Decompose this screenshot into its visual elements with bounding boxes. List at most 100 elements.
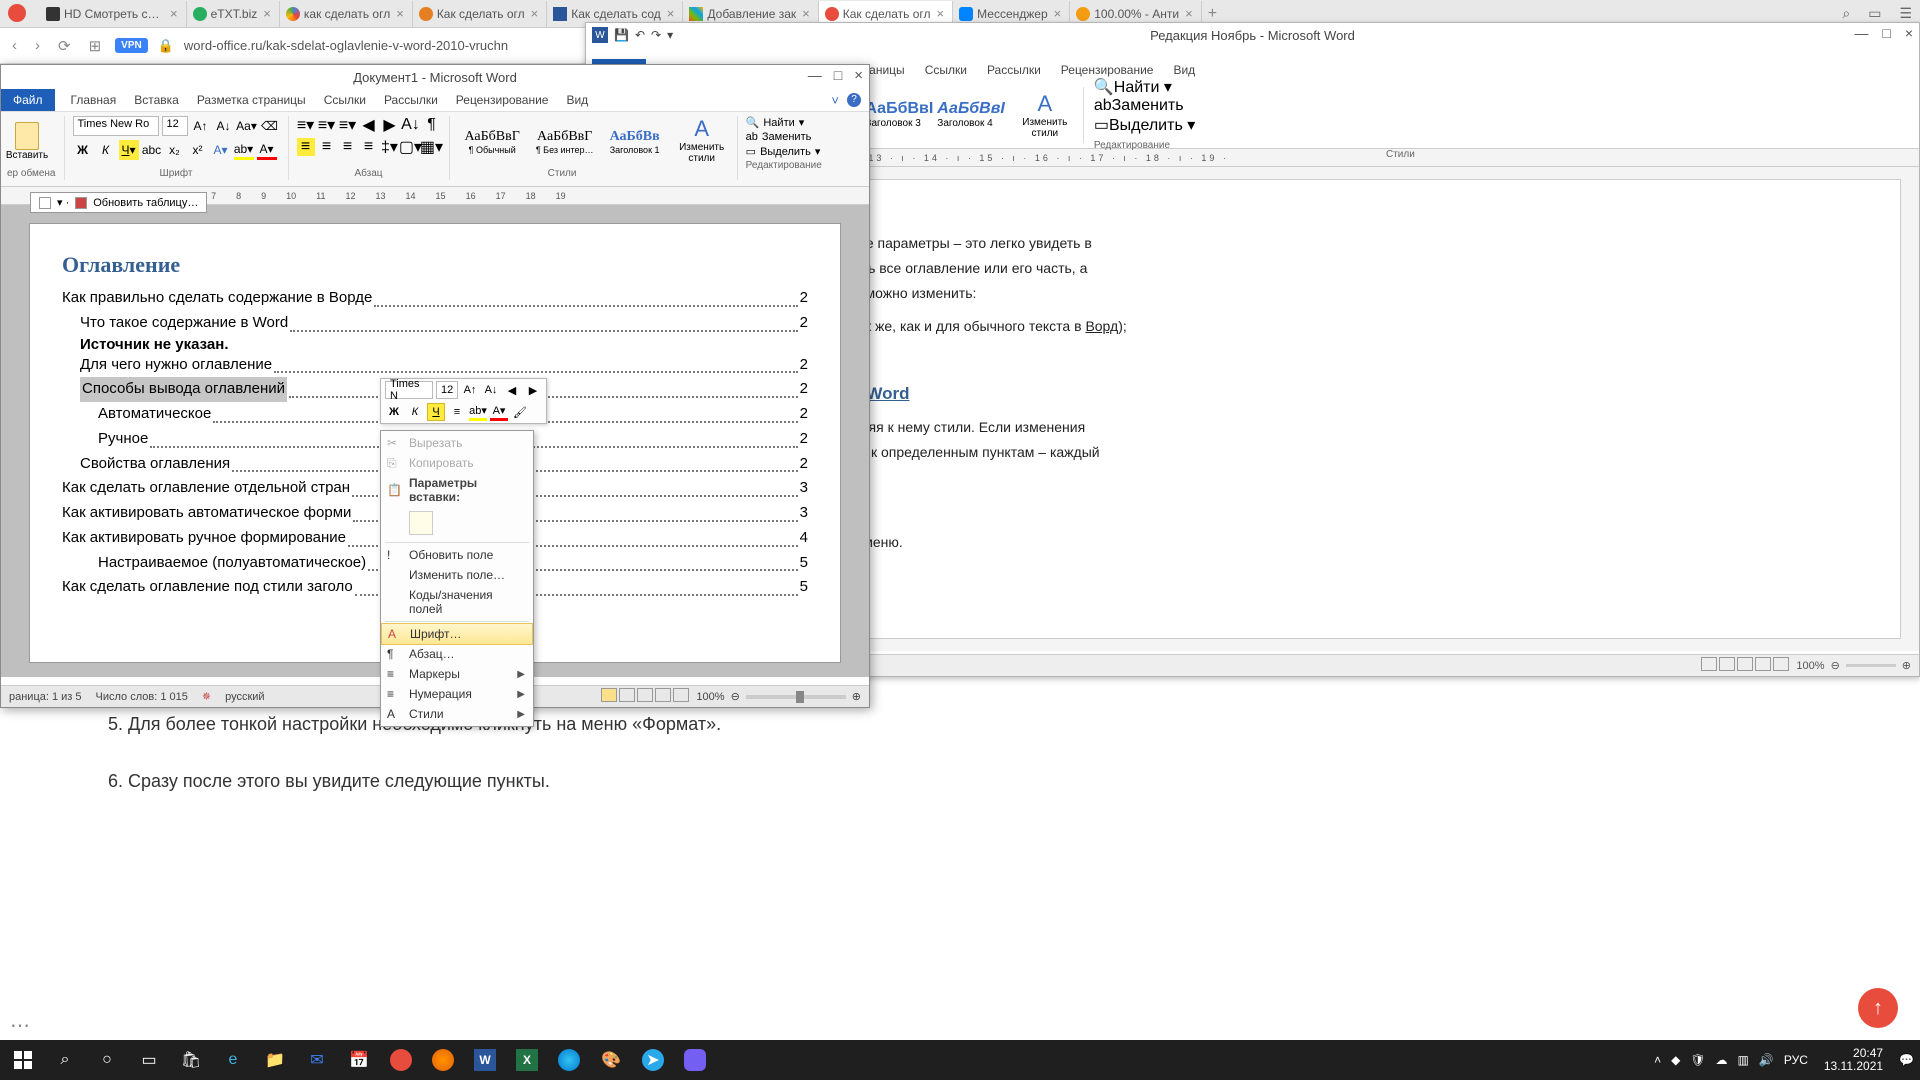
style-nospacing[interactable]: АаБбВвГ¶ Без интер…: [529, 124, 601, 158]
notifications-icon[interactable]: 💬: [1899, 1053, 1914, 1067]
opera-logo-icon[interactable]: [8, 4, 26, 22]
font-name-combo[interactable]: Times New Ro: [73, 116, 159, 136]
page-indicator[interactable]: раница: 1 из 5: [9, 691, 82, 703]
menu-bullets[interactable]: ≡Маркеры▶: [381, 664, 533, 684]
format-painter-button[interactable]: 🖌: [511, 403, 529, 421]
align-center-button[interactable]: ≡: [318, 138, 336, 156]
indent-inc-button[interactable]: ▶: [381, 116, 399, 134]
indent-inc-button[interactable]: ▶: [524, 381, 542, 399]
shrink-font-button[interactable]: A↓: [482, 381, 500, 399]
toc-update-bar[interactable]: ▾ · Обновить таблицу…: [30, 192, 207, 213]
find-button[interactable]: 🔍Найти ▾: [1094, 77, 1195, 97]
change-styles-button[interactable]: AИзменить стили: [1017, 91, 1073, 139]
calendar-icon[interactable]: 📅: [342, 1044, 376, 1076]
browser-tab[interactable]: Как сделать огл×: [413, 1, 547, 27]
maximize-button[interactable]: □: [1882, 25, 1890, 41]
style-normal[interactable]: АаБбВвГ¶ Обычный: [458, 124, 527, 158]
review-tab[interactable]: Рецензирование: [454, 91, 551, 109]
select-button[interactable]: ▭Выделить ▾: [1094, 115, 1195, 135]
font-color-button[interactable]: A▾: [257, 140, 277, 160]
shading-button[interactable]: ▢▾: [402, 138, 420, 156]
layout-tab[interactable]: Разметка страницы: [195, 91, 308, 109]
zoom-in-button[interactable]: ⊕: [852, 690, 861, 703]
change-styles-button[interactable]: AИзменить стили: [675, 116, 729, 164]
viber-icon[interactable]: [678, 1044, 712, 1076]
proofing-icon[interactable]: ✵: [202, 690, 211, 703]
forward-button[interactable]: ›: [31, 37, 44, 54]
close-icon[interactable]: ×: [1052, 6, 1064, 21]
align-justify-button[interactable]: ≡: [360, 138, 378, 156]
close-icon[interactable]: ×: [261, 6, 273, 21]
menu-icon[interactable]: ☰: [1899, 5, 1912, 22]
speed-dial-icon[interactable]: ⊞: [85, 37, 106, 55]
tray-icon[interactable]: ▥: [1738, 1053, 1749, 1067]
font-name-combo[interactable]: Times N: [385, 381, 433, 399]
toc-entry[interactable]: Что такое содержание в Word2: [62, 311, 808, 336]
search-button[interactable]: ⌕: [48, 1044, 82, 1076]
zoom-slider[interactable]: [1846, 664, 1896, 667]
clear-format-button[interactable]: ⌫: [260, 116, 280, 136]
toc-entry[interactable]: Как правильно сделать содержание в Ворде…: [62, 286, 808, 311]
browser-tab[interactable]: eTXT.biz×: [187, 1, 280, 27]
bold-button[interactable]: Ж: [385, 403, 403, 421]
menu-font[interactable]: AШрифт…: [381, 623, 533, 645]
close-icon[interactable]: ×: [529, 6, 541, 21]
style-heading-3[interactable]: АаБбВвІЗаголовок 3: [865, 100, 933, 129]
back-button[interactable]: ‹: [8, 37, 21, 54]
align-left-button[interactable]: ≡: [297, 138, 315, 156]
grow-font-button[interactable]: A↑: [461, 381, 479, 399]
align-right-button[interactable]: ≡: [339, 138, 357, 156]
zoom-out-button[interactable]: ⊖: [731, 690, 740, 703]
search-icon[interactable]: ⌕: [1842, 5, 1850, 22]
firefox-icon[interactable]: [426, 1044, 460, 1076]
language-indicator[interactable]: русский: [225, 691, 264, 703]
style-heading-1[interactable]: АаБбВвЗаголовок 1: [603, 124, 667, 158]
multilevel-button[interactable]: ≡▾: [339, 116, 357, 134]
maximize-button[interactable]: □: [834, 67, 842, 84]
menu-numbering[interactable]: ≡Нумерация▶: [381, 684, 533, 704]
close-button[interactable]: ×: [854, 67, 863, 84]
close-icon[interactable]: ×: [168, 6, 180, 21]
sort-button[interactable]: A↓: [402, 116, 420, 134]
ie-icon[interactable]: e: [216, 1044, 250, 1076]
reload-button[interactable]: ⟳: [54, 37, 75, 55]
line-spacing-button[interactable]: ‡▾: [381, 138, 399, 156]
replace-button[interactable]: abЗаменить: [746, 131, 822, 143]
font-size-combo[interactable]: 12: [162, 116, 188, 136]
browser-tab[interactable]: HD Смотреть сериа×: [40, 1, 187, 27]
tray-chevron-icon[interactable]: ˄: [1654, 1053, 1661, 1067]
change-case-button[interactable]: Aa▾: [237, 116, 257, 136]
paste-button[interactable]: Вставить: [7, 116, 47, 166]
menu-paragraph[interactable]: ¶Абзац…: [381, 644, 533, 664]
start-button[interactable]: [6, 1044, 40, 1076]
italic-button[interactable]: К: [406, 403, 424, 421]
highlight-button[interactable]: ab▾: [234, 140, 254, 160]
indent-dec-button[interactable]: ◀: [503, 381, 521, 399]
view-tab[interactable]: Вид: [564, 91, 590, 109]
collapse-ribbon-icon[interactable]: ˅: [831, 93, 839, 108]
clock[interactable]: 20:4713.11.2021: [1818, 1047, 1889, 1073]
mailings-tab[interactable]: Рассылки: [382, 91, 440, 109]
find-button[interactable]: 🔍Найти ▾: [746, 116, 822, 129]
font-color-button[interactable]: A▾: [490, 403, 508, 421]
numbering-button[interactable]: ≡▾: [318, 116, 336, 134]
help-icon[interactable]: ?: [847, 93, 861, 107]
language-indicator[interactable]: РУС: [1784, 1053, 1808, 1067]
zoom-slider[interactable]: [746, 695, 846, 699]
system-tray[interactable]: ˄ ◆ 🛡 ☁ ▥ 🔊 РУС 20:4713.11.2021 💬: [1654, 1047, 1914, 1073]
menu-styles[interactable]: AСтили▶: [381, 704, 533, 724]
close-icon[interactable]: ×: [665, 6, 677, 21]
app-icon[interactable]: 🎨: [594, 1044, 628, 1076]
bullets-button[interactable]: ≡▾: [297, 116, 315, 134]
view-buttons[interactable]: [1700, 657, 1790, 674]
cortana-button[interactable]: ○: [90, 1044, 124, 1076]
toc-entry[interactable]: Для чего нужно оглавление2: [62, 353, 808, 378]
scroll-top-button[interactable]: ↑: [1858, 988, 1898, 1028]
minimize-button[interactable]: —: [1854, 25, 1868, 41]
style-heading-4[interactable]: АаБбВвІЗаголовок 4: [937, 100, 1005, 129]
underline-button[interactable]: Ч: [427, 403, 445, 421]
tabs-overview-icon[interactable]: ▭: [1868, 5, 1881, 22]
excel-taskbar-icon[interactable]: X: [510, 1044, 544, 1076]
borders-button[interactable]: ▦▾: [423, 138, 441, 156]
paste-option-button[interactable]: [409, 511, 433, 535]
